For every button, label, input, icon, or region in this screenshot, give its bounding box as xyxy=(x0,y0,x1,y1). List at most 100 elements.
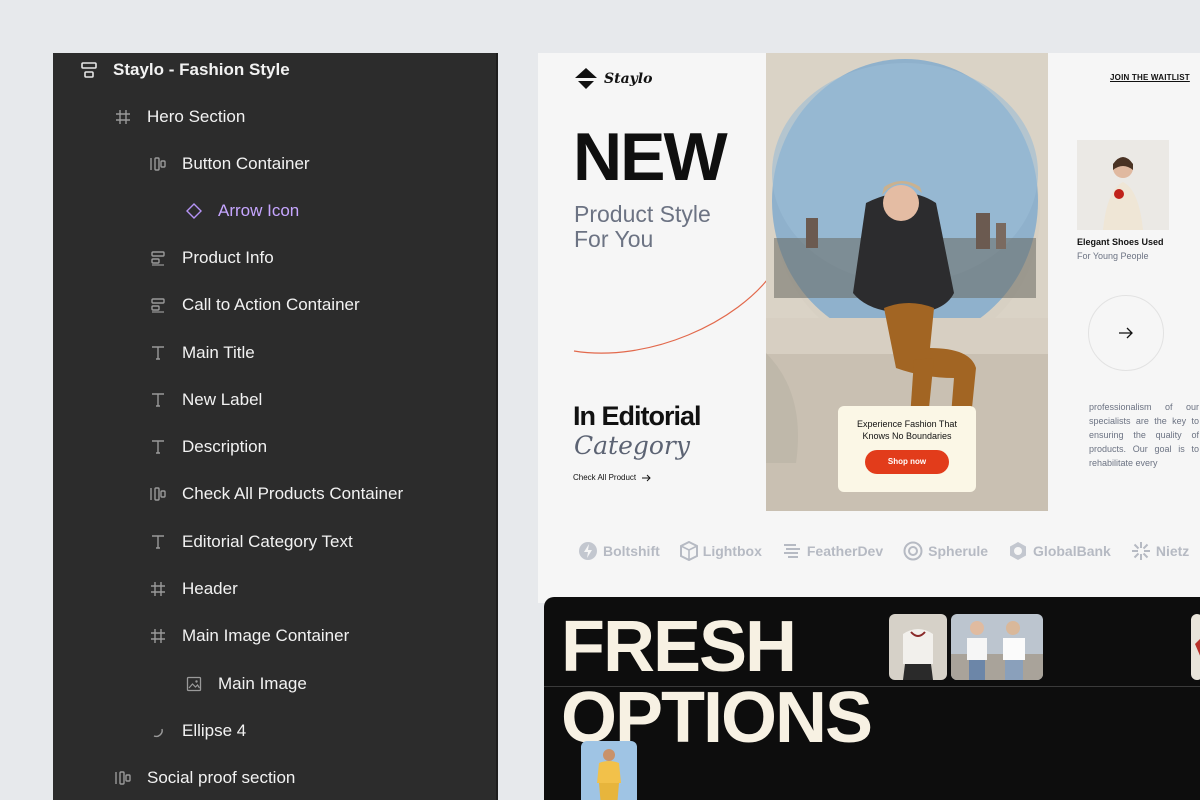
layer-description[interactable]: Description xyxy=(146,427,267,467)
layer-label: Call to Action Container xyxy=(182,295,360,314)
editorial-title: In Editorial xyxy=(573,401,702,431)
fashion-thumbnail-4[interactable] xyxy=(581,741,637,800)
layer-header[interactable]: Header xyxy=(146,569,238,609)
ellipse-arc-icon xyxy=(146,719,170,743)
call-to-action-container: Experience Fashion That Knows No Boundar… xyxy=(838,406,976,492)
brand-label: FeatherDev xyxy=(806,543,884,559)
product-photo xyxy=(1077,140,1169,230)
frame-icon xyxy=(111,105,135,129)
fashion-thumbnail-3[interactable] xyxy=(1191,614,1200,680)
frame-icon xyxy=(146,577,170,601)
fresh-options-section: FRESH OPTIONS xyxy=(544,597,1200,800)
layer-new-label[interactable]: New Label xyxy=(146,380,262,420)
text-icon xyxy=(146,341,170,365)
layer-label: Staylo - Fashion Style xyxy=(113,60,290,79)
layer-button-container[interactable]: Button Container xyxy=(146,144,310,184)
layer-label: Editorial Category Text xyxy=(182,532,353,551)
auto-layout-horizontal-icon xyxy=(146,152,170,176)
fashion-thumbnail-1[interactable] xyxy=(889,614,947,680)
auto-layout-horizontal-icon xyxy=(111,766,135,790)
brand-featherdev: FeatherDev xyxy=(782,542,883,560)
layer-label: New Label xyxy=(182,390,263,409)
bolt-icon xyxy=(579,542,597,560)
text-icon xyxy=(146,530,170,554)
social-proof-section: Boltshift Lightbox FeatherDev Spherule G… xyxy=(578,541,1200,561)
product-image[interactable] xyxy=(1077,140,1169,230)
fresh-title: FRESH xyxy=(561,607,797,687)
layer-staylo-fashion-style[interactable]: Staylo - Fashion Style xyxy=(77,53,290,90)
arrow-right-icon xyxy=(642,474,651,481)
layer-label: Ellipse 4 xyxy=(182,721,247,740)
burst-icon xyxy=(1131,542,1150,560)
layer-main-image[interactable]: Main Image xyxy=(182,664,307,704)
logo-text: Staylo xyxy=(604,71,653,87)
brand-label: Spherule xyxy=(928,543,989,559)
layer-label: Social proof section xyxy=(147,768,296,787)
layer-label: Arrow Icon xyxy=(218,201,300,220)
layer-label: Main Image Container xyxy=(182,626,350,645)
auto-layout-horizontal-icon xyxy=(146,482,170,506)
brand-lightbox: Lightbox xyxy=(679,541,762,561)
text-icon xyxy=(146,388,170,412)
product-info-subtitle: For Young People xyxy=(1077,251,1149,261)
layer-label: Hero Section xyxy=(147,107,246,126)
layer-label: Product Info xyxy=(182,248,274,267)
description: Experience Fashion That Knows No Boundar… xyxy=(857,419,957,441)
hexagon-icon xyxy=(1010,542,1027,560)
brand-label: GlobalBank xyxy=(1033,543,1111,559)
component-diamond-icon xyxy=(182,199,206,223)
feather-lines-icon xyxy=(783,544,800,558)
check-all-products-link[interactable]: Check All Product xyxy=(573,473,652,482)
layer-call-to-action-container[interactable]: Call to Action Container xyxy=(146,285,360,325)
text-icon xyxy=(146,435,170,459)
main-title-line-1: Product Style xyxy=(574,201,711,227)
arrow-icon xyxy=(1119,327,1133,339)
sphere-icon xyxy=(903,541,923,561)
layer-main-image-container[interactable]: Main Image Container xyxy=(146,616,349,656)
fashion-thumbnail-2[interactable] xyxy=(951,614,1043,680)
layers-panel: Staylo - Fashion Style Hero Section Butt… xyxy=(53,53,498,800)
product-info-title: Elegant Shoes Used xyxy=(1077,237,1164,247)
brand-boltshift: Boltshift xyxy=(578,541,660,561)
frame-icon xyxy=(146,624,170,648)
layer-main-title[interactable]: Main Title xyxy=(146,333,255,373)
layer-editorial-category-text[interactable]: Editorial Category Text xyxy=(146,522,353,562)
layer-arrow-icon[interactable]: Arrow Icon xyxy=(182,191,299,231)
layer-label: Check All Products Container xyxy=(182,484,404,503)
editorial-category-text: Category xyxy=(574,431,691,460)
brand-label: Lightbox xyxy=(702,543,762,559)
layer-product-info[interactable]: Product Info xyxy=(146,238,274,278)
logo-mark-icon xyxy=(575,68,597,89)
layer-check-all-products-container[interactable]: Check All Products Container xyxy=(146,474,403,514)
stack-icon xyxy=(77,58,101,82)
brand-label: Boltshift xyxy=(603,543,660,559)
brand-label: Nietz xyxy=(1155,543,1190,559)
thumbnail-image xyxy=(1191,614,1200,680)
body-description: professionalism of our specialists are t… xyxy=(1089,402,1199,468)
shop-now-button[interactable]: Shop now xyxy=(865,450,949,475)
auto-layout-vertical-icon xyxy=(146,293,170,317)
thumbnail-image xyxy=(951,614,1043,680)
brand-spherule: Spherule xyxy=(903,541,988,561)
layer-hero-section[interactable]: Hero Section xyxy=(111,97,245,137)
join-waitlist-link[interactable]: JOIN THE WAITLIST xyxy=(1110,73,1190,82)
thumbnail-image xyxy=(889,614,947,680)
image-icon xyxy=(182,672,206,696)
logo[interactable]: Staylo xyxy=(574,67,652,91)
main-image-container: Experience Fashion That Knows No Boundar… xyxy=(766,53,1048,511)
auto-layout-vertical-icon xyxy=(146,246,170,270)
layer-label: Header xyxy=(182,579,238,598)
hero-section: Staylo JOIN THE WAITLIST NEW Product Sty… xyxy=(538,53,1200,603)
layer-label: Main Title xyxy=(182,343,255,362)
brand-globalbank: GlobalBank xyxy=(1008,541,1111,561)
cube-icon xyxy=(679,541,698,561)
layer-label: Description xyxy=(182,437,268,456)
brand-nietz: Nietz xyxy=(1131,541,1189,561)
layer-label: Main Image xyxy=(218,674,307,693)
check-all-products-label: Check All Product xyxy=(573,473,637,482)
layer-label: Button Container xyxy=(182,154,310,173)
button-container[interactable] xyxy=(1088,295,1164,371)
ellipse-4-arc xyxy=(573,270,775,354)
layer-social-proof-section[interactable]: Social proof section xyxy=(111,758,295,798)
layer-ellipse-4[interactable]: Ellipse 4 xyxy=(146,711,246,751)
